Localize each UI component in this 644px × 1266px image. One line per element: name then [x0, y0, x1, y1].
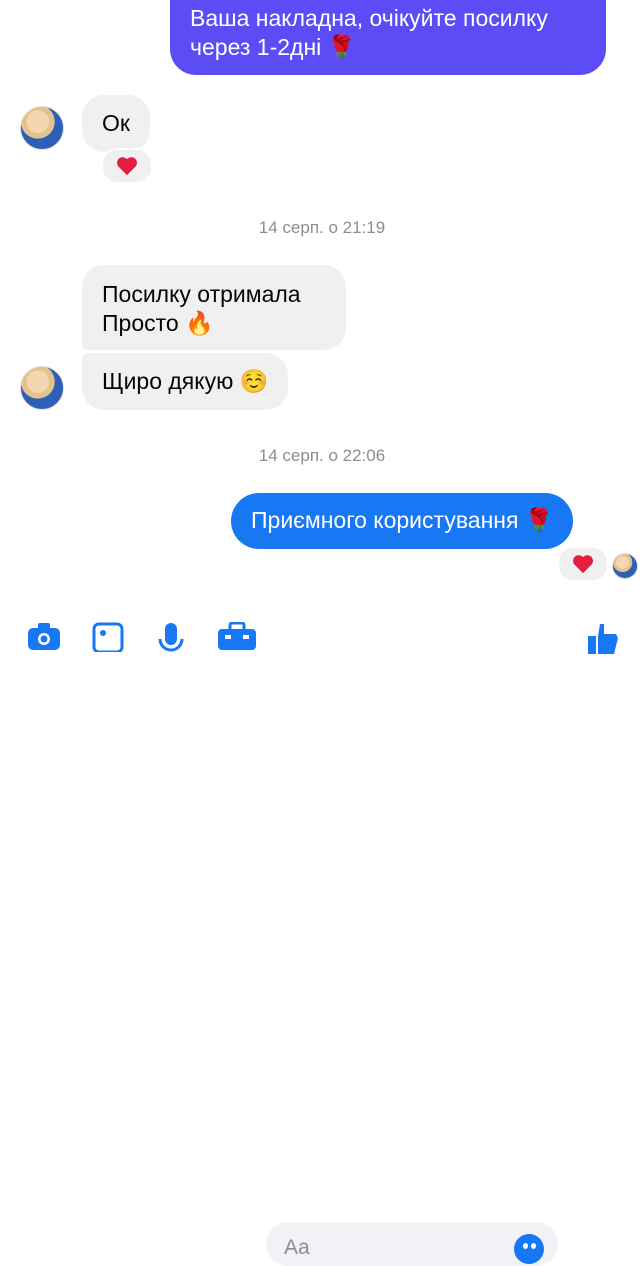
like-icon	[588, 624, 618, 654]
image-icon	[92, 622, 124, 652]
contact-avatar[interactable]	[20, 106, 64, 150]
microphone-icon	[158, 623, 184, 652]
heart-icon	[573, 555, 593, 574]
outgoing-message-bubble[interactable]: Ваша накладна, очікуйте посилку через 1-…	[170, 0, 606, 75]
gallery-button[interactable]	[91, 622, 125, 656]
rose-emoji: 🌹	[327, 34, 356, 60]
timestamp: 14 серп. о 21:19	[258, 218, 386, 237]
outgoing-message-bubble[interactable]: Приємного користування 🌹	[231, 493, 574, 549]
heart-reaction[interactable]	[557, 546, 609, 582]
message-line: через 1-2дні	[190, 34, 322, 60]
contact-avatar[interactable]	[20, 366, 64, 410]
message-text: Приємного користування	[251, 507, 519, 533]
message-line: Посилку отримала	[102, 281, 301, 307]
message-input-placeholder: Aa	[284, 1236, 310, 1259]
message-line: Просто	[102, 310, 179, 336]
incoming-message-bubble[interactable]: Ок	[82, 95, 150, 152]
timestamp: 14 серп. о 22:06	[258, 446, 386, 465]
voice-button[interactable]	[154, 622, 188, 656]
toolbox-icon	[218, 622, 256, 650]
seen-avatar	[612, 553, 638, 579]
fire-emoji: 🔥	[185, 310, 214, 336]
heart-reaction[interactable]	[101, 148, 153, 184]
incoming-message-bubble[interactable]: Щиро дякую ☺️	[82, 353, 289, 410]
message-text: Ок	[102, 110, 130, 136]
emoji-icon[interactable]	[514, 1234, 544, 1264]
smiling-emoji: ☺️	[239, 368, 269, 394]
camera-button[interactable]	[27, 622, 61, 656]
incoming-message-bubble[interactable]: Посилку отримала Просто 🔥	[82, 265, 346, 350]
composer-toolbar: Aa	[0, 610, 644, 1266]
message-input[interactable]: Aa	[266, 1222, 558, 1266]
like-button[interactable]	[586, 622, 620, 656]
message-text: Щиро дякую	[102, 368, 234, 394]
heart-icon	[117, 157, 137, 176]
rose-emoji: 🌹	[524, 507, 554, 533]
camera-icon	[28, 623, 60, 650]
tools-button[interactable]	[217, 622, 257, 656]
message-line: Ваша накладна, очікуйте посилку	[190, 5, 548, 31]
